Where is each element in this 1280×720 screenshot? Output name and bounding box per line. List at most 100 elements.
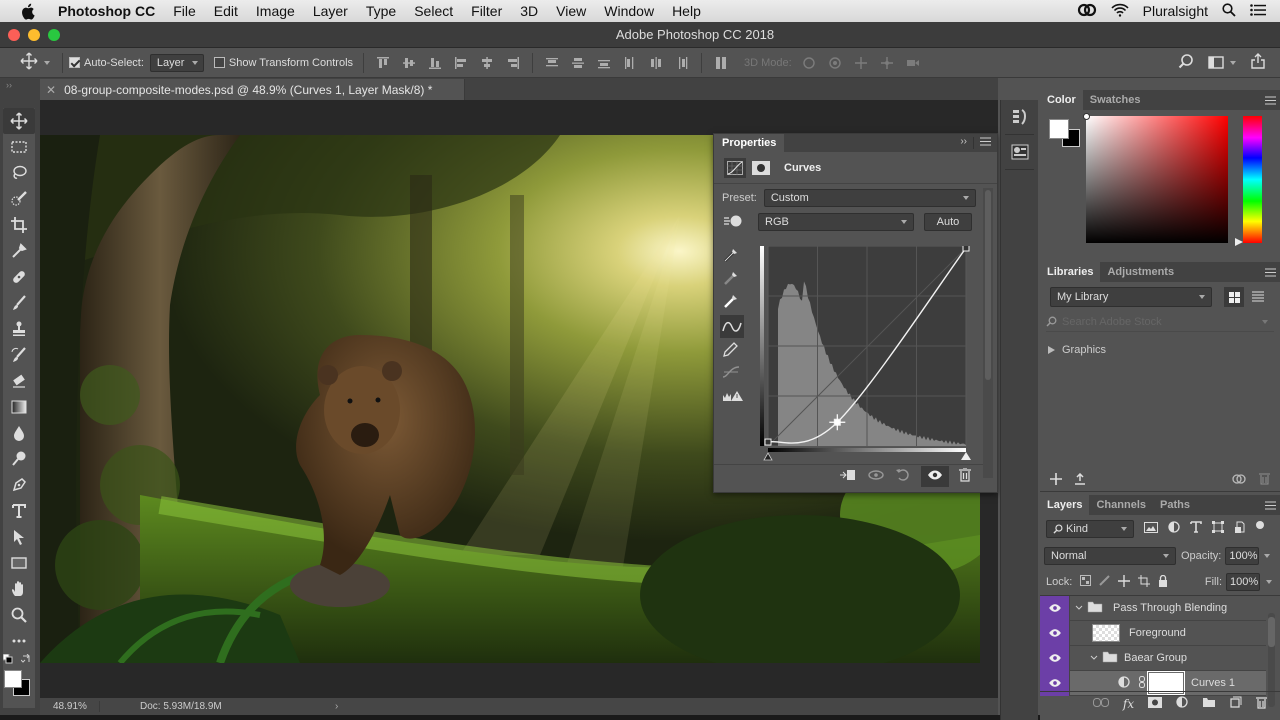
upload-icon[interactable] xyxy=(1074,472,1086,488)
lock-position-icon[interactable] xyxy=(1118,574,1131,590)
foreground-color-chip[interactable] xyxy=(1049,119,1069,139)
edit-toolbar-button[interactable] xyxy=(3,628,35,654)
creative-cloud-icon[interactable] xyxy=(1077,3,1097,20)
fill-field[interactable]: 100% xyxy=(1226,573,1260,591)
layer-row[interactable]: Pass Through Blending xyxy=(1040,595,1266,621)
status-menu-chevron-icon[interactable]: › xyxy=(335,701,338,712)
delete-adjustment-icon[interactable] xyxy=(959,467,971,485)
layer-filter-dropdown[interactable]: Kind xyxy=(1046,519,1134,538)
share-icon[interactable] xyxy=(1250,53,1266,72)
quick-selection-tool[interactable] xyxy=(3,186,35,212)
workspace-switcher-icon[interactable] xyxy=(1208,56,1236,69)
gradient-tool[interactable] xyxy=(3,394,35,420)
filter-adjustment-layers-icon[interactable] xyxy=(1168,521,1180,536)
add-layer-mask-icon[interactable] xyxy=(1148,696,1163,711)
layer-row[interactable]: Baear Group xyxy=(1040,645,1266,671)
roll-3d-icon[interactable] xyxy=(828,56,842,70)
search-icon[interactable] xyxy=(1178,53,1194,72)
tab-adjustments[interactable]: Adjustments xyxy=(1100,262,1181,282)
menu-window[interactable]: Window xyxy=(595,3,663,19)
crop-tool[interactable] xyxy=(3,212,35,238)
panel-menu-icon[interactable] xyxy=(974,134,997,152)
layer-visibility-eye-icon[interactable] xyxy=(1040,645,1070,671)
align-horizontal-centers-icon[interactable] xyxy=(480,56,494,70)
layer-visibility-eye-icon[interactable] xyxy=(1040,620,1070,646)
clone-stamp-tool[interactable] xyxy=(3,316,35,342)
lock-image-pixels-icon[interactable] xyxy=(1099,575,1111,589)
curves-adjustment-icon[interactable] xyxy=(724,157,746,178)
close-tab-icon[interactable]: ✕ xyxy=(46,83,56,97)
chevron-down-icon[interactable] xyxy=(1262,319,1268,324)
menu-edit[interactable]: Edit xyxy=(205,3,247,19)
new-group-icon[interactable] xyxy=(1202,697,1216,711)
delete-library-item-icon[interactable] xyxy=(1259,472,1270,488)
menu-app-name[interactable]: Photoshop CC xyxy=(50,3,164,19)
panel-menu-icon[interactable] xyxy=(1260,495,1280,515)
color-picker-handle[interactable] xyxy=(1083,113,1090,120)
path-selection-tool[interactable] xyxy=(3,524,35,550)
add-content-icon[interactable] xyxy=(1050,472,1062,488)
tab-swatches[interactable]: Swatches xyxy=(1083,90,1148,110)
fill-slider-chevron-icon[interactable] xyxy=(1266,580,1272,584)
clipping-warning-button[interactable] xyxy=(722,384,746,407)
tab-paths[interactable]: Paths xyxy=(1153,495,1197,515)
move-tool-preset-icon[interactable] xyxy=(20,52,38,73)
properties-panel-icon[interactable] xyxy=(1009,139,1030,165)
align-top-edges-icon[interactable] xyxy=(376,56,390,70)
preset-dropdown[interactable]: Custom xyxy=(763,189,976,207)
move-tool[interactable] xyxy=(3,108,35,134)
filter-smart-objects-icon[interactable] xyxy=(1234,521,1246,536)
align-bottom-edges-icon[interactable] xyxy=(428,56,442,70)
delete-layer-icon[interactable] xyxy=(1256,696,1268,712)
align-right-edges-icon[interactable] xyxy=(506,56,520,70)
smooth-curve-button[interactable] xyxy=(722,361,746,384)
marquee-tool[interactable] xyxy=(3,134,35,160)
wifi-icon[interactable] xyxy=(1111,3,1129,20)
list-view-icon[interactable] xyxy=(1252,291,1264,305)
panel-menu-icon[interactable] xyxy=(1260,262,1280,282)
layer-visibility-eye-icon[interactable] xyxy=(1040,595,1070,621)
history-brush-tool[interactable] xyxy=(3,342,35,368)
panel-menu-icon[interactable] xyxy=(1260,90,1280,110)
library-group-graphics[interactable]: Graphics xyxy=(1048,344,1106,356)
spotlight-search-icon[interactable] xyxy=(1222,2,1236,20)
curves-graph[interactable] xyxy=(760,244,972,462)
opacity-slider-chevron-icon[interactable] xyxy=(1264,553,1271,558)
healing-brush-tool[interactable] xyxy=(3,264,35,290)
foreground-color-swatch[interactable] xyxy=(4,670,22,688)
menu-view[interactable]: View xyxy=(547,3,595,19)
hand-tool[interactable] xyxy=(3,576,35,602)
default-colors-icon[interactable] xyxy=(3,654,13,664)
collapse-toolbar-icon[interactable]: ›› xyxy=(0,78,40,92)
hue-slider[interactable] xyxy=(1243,116,1262,243)
layer-effects-fx-icon[interactable]: fx xyxy=(1123,697,1134,711)
tab-layers[interactable]: Layers xyxy=(1040,495,1090,515)
menu-3d[interactable]: 3D xyxy=(511,3,547,19)
draw-curve-pencil-tool[interactable] xyxy=(722,338,746,361)
link-layers-icon[interactable] xyxy=(1092,697,1109,710)
auto-select-dropdown[interactable]: Layer xyxy=(149,53,204,72)
lock-all-icon[interactable] xyxy=(1158,574,1168,590)
distribute-left-icon[interactable] xyxy=(623,56,637,70)
notification-center-icon[interactable] xyxy=(1250,3,1266,19)
type-tool[interactable] xyxy=(3,498,35,524)
scrollbar-thumb[interactable] xyxy=(1268,617,1275,647)
align-vertical-centers-icon[interactable] xyxy=(402,56,416,70)
menu-filter[interactable]: Filter xyxy=(462,3,511,19)
blur-tool[interactable] xyxy=(3,420,35,446)
filter-toggle-switch[interactable] xyxy=(1256,520,1264,529)
layer-row[interactable]: Foreground xyxy=(1040,620,1266,646)
creative-cloud-sync-icon[interactable] xyxy=(1231,473,1247,488)
gray-point-eyedropper[interactable] xyxy=(722,269,746,292)
brush-tool[interactable] xyxy=(3,290,35,316)
opacity-field[interactable]: 100% xyxy=(1225,546,1260,565)
white-point-eyedropper[interactable] xyxy=(722,292,746,315)
collapse-panel-icon[interactable]: ›› xyxy=(954,134,973,152)
properties-scrollbar[interactable] xyxy=(983,188,993,478)
show-transform-controls-checkbox[interactable] xyxy=(213,57,225,68)
tab-channels[interactable]: Channels xyxy=(1089,495,1153,515)
properties-tab[interactable]: Properties xyxy=(714,134,785,152)
filter-shape-layers-icon[interactable] xyxy=(1212,521,1224,536)
tool-preset-chevron-icon[interactable] xyxy=(44,60,50,65)
menu-layer[interactable]: Layer xyxy=(304,3,357,19)
